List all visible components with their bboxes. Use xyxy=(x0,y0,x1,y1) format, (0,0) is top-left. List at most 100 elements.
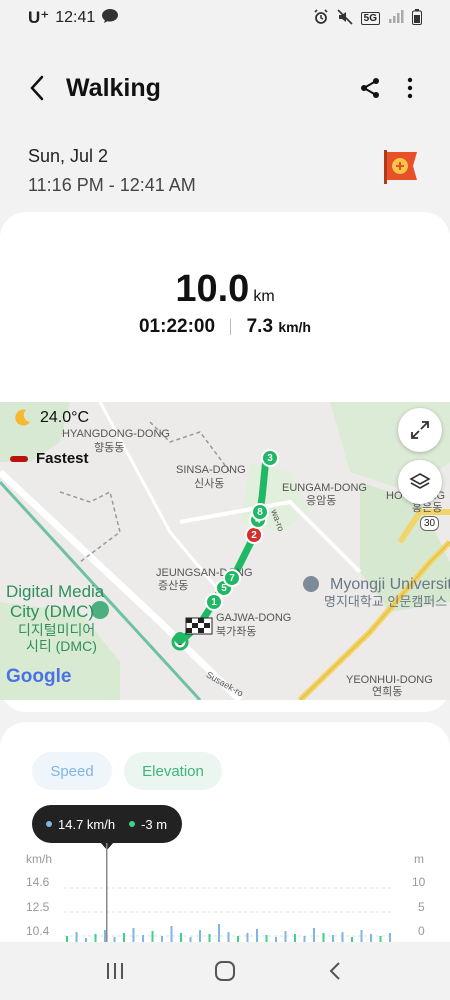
stats-divider xyxy=(230,318,232,335)
more-vertical-icon xyxy=(407,77,413,99)
tab-elevation[interactable]: Elevation xyxy=(124,752,222,790)
map-label-sinsa-ko: 신사동 xyxy=(194,478,225,490)
chart-bar xyxy=(218,924,220,942)
expand-map-button[interactable] xyxy=(398,408,442,452)
avg-speed-value: 7.3 xyxy=(246,316,274,337)
map-route-30-badge: 30 xyxy=(420,516,440,531)
moon-icon xyxy=(15,409,30,426)
fastest-swatch xyxy=(10,455,28,462)
km-marker-3: 3 xyxy=(261,449,279,467)
chart-bar xyxy=(322,933,325,942)
map-layers-button[interactable] xyxy=(398,460,442,504)
speed-elevation-chart xyxy=(64,880,394,942)
share-icon xyxy=(361,78,379,98)
chart-bar xyxy=(256,929,258,942)
chart-bar xyxy=(170,926,173,942)
map-label-hyangdong: HYANGDONG-DONG xyxy=(62,428,170,440)
mute-icon xyxy=(337,8,353,28)
more-options-button[interactable] xyxy=(390,68,430,108)
map-graphic xyxy=(0,402,450,700)
map-label-eungam: EUNGAM-DONG xyxy=(282,482,367,494)
map-label-dmc2: City (DMC) xyxy=(10,602,95,621)
nav-back-button[interactable] xyxy=(310,951,360,991)
map-label-hyangdong-ko: 향동동 xyxy=(94,442,125,454)
map-label-yeonhui-ko: 연희동 xyxy=(372,686,403,698)
expand-icon xyxy=(411,421,429,439)
route-map[interactable]: HYANGDONG-DONG 향동동 SINSA-DONG 신사동 EUNGAM… xyxy=(0,402,450,700)
recent-apps-icon xyxy=(107,963,123,979)
battery-icon xyxy=(412,8,422,28)
map-label-myongji: Myongji Universit xyxy=(330,576,450,593)
share-button[interactable] xyxy=(350,68,390,108)
distance-value: 10.0 xyxy=(175,268,250,310)
tab-speed[interactable]: Speed xyxy=(32,752,112,790)
chart-bar xyxy=(294,934,296,942)
left-axis-unit: km/h xyxy=(26,852,53,866)
map-label-dmc-ko1: 디지털미디어 xyxy=(18,622,96,638)
carrier-label: U⁺ xyxy=(28,8,50,27)
temperature-value: 24.0°C xyxy=(40,409,90,426)
distance-display: 10.0 km xyxy=(0,268,450,311)
chart-bar xyxy=(142,935,144,942)
back-button[interactable] xyxy=(20,70,56,106)
chart-bar xyxy=(341,932,344,942)
achievement-flag-icon[interactable] xyxy=(382,148,420,186)
home-icon xyxy=(215,961,235,981)
map-label-hong-ko: 홍은동 xyxy=(412,502,443,514)
chart-bar xyxy=(246,933,249,942)
map-label-eungam-ko: 응암동 xyxy=(306,495,337,507)
fastest-legend: Fastest xyxy=(10,450,89,467)
fastest-label: Fastest xyxy=(36,450,89,467)
app-header: Walking xyxy=(0,58,450,118)
chart-bar xyxy=(265,935,268,942)
page-title: Walking xyxy=(66,73,161,102)
session-date-block: Sun, Jul 2 11:16 PM - 12:41 AM xyxy=(28,146,196,196)
chart-bar xyxy=(75,932,78,942)
nav-back-icon xyxy=(329,962,340,980)
chart-bar xyxy=(123,933,125,942)
speed-dot xyxy=(46,821,52,827)
tooltip-elevation: -3 m xyxy=(141,816,168,832)
weather-display: 24.0°C xyxy=(12,408,89,428)
km-marker-8: 8 xyxy=(251,503,269,521)
signal-icon xyxy=(388,9,404,27)
back-arrow-icon xyxy=(30,75,44,101)
chart-bar xyxy=(151,931,154,942)
layers-icon xyxy=(409,473,431,489)
chart-bar xyxy=(360,930,363,942)
stats-row: 01:22:00 7.3 km/h xyxy=(0,316,450,338)
elevation-dot xyxy=(129,821,136,827)
map-label-myongji-ko: 명지대학교 인문캠퍼스 xyxy=(324,594,448,609)
chat-notification-icon xyxy=(101,8,119,29)
map-label-gajwa-ko: 북가좌동 xyxy=(216,626,257,638)
session-time-range: 11:16 PM - 12:41 AM xyxy=(28,175,196,195)
chart-tooltip: 14.7 km/h -3 m xyxy=(32,805,182,843)
tooltip-speed: 14.7 km/h xyxy=(58,816,116,832)
alarm-icon xyxy=(313,8,329,28)
distance-unit: km xyxy=(253,288,275,305)
chart-bar xyxy=(332,935,334,942)
chart-cursor-line xyxy=(106,843,108,881)
duration-value: 01:22:00 xyxy=(138,316,216,337)
chart-bar xyxy=(313,928,315,942)
status-time: 12:41 xyxy=(55,9,96,26)
km-marker-7: 7 xyxy=(223,569,241,587)
chart-bar xyxy=(284,931,287,942)
map-label-gajwa: GAJWA-DONG xyxy=(216,612,292,624)
chart-bar xyxy=(104,930,106,942)
chart-bar xyxy=(132,928,135,942)
chart-bar xyxy=(389,933,391,942)
network-5g-label: 5G xyxy=(360,11,380,25)
session-date: Sun, Jul 2 xyxy=(28,146,109,166)
map-label-dmc-ko2: 시티 (DMC) xyxy=(26,638,97,654)
map-label-dmc1: Digital Media xyxy=(6,582,105,601)
chart-bar xyxy=(370,934,372,942)
avg-speed-unit: km/h xyxy=(278,319,311,335)
chart-bar xyxy=(180,933,182,942)
chart-bar xyxy=(208,934,211,942)
google-logo: Google xyxy=(6,666,72,687)
chart-bar xyxy=(227,932,230,942)
chart-bar xyxy=(94,934,97,942)
recent-apps-button[interactable] xyxy=(90,951,140,991)
home-button[interactable] xyxy=(200,951,250,991)
